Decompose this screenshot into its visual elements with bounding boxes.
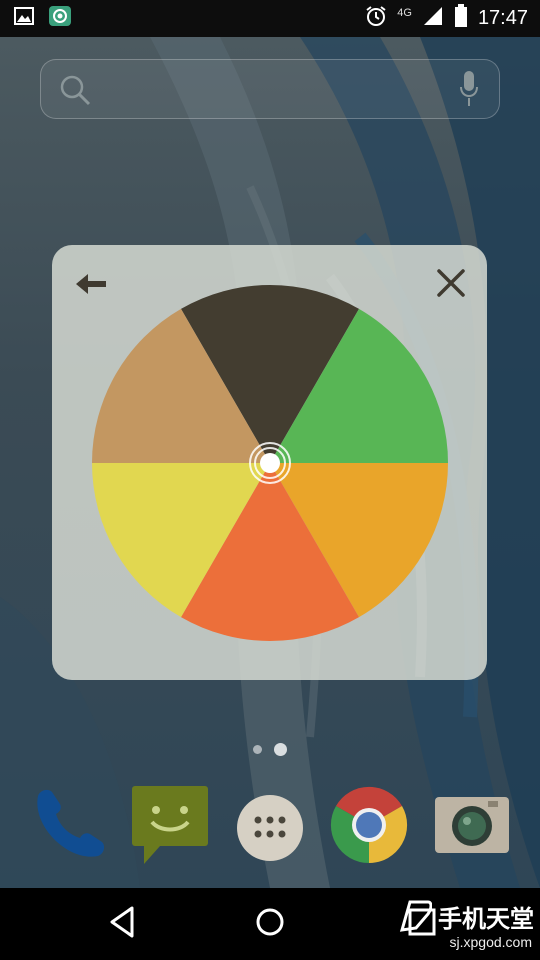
camera-icon[interactable] <box>434 796 510 859</box>
app-drawer-icon[interactable] <box>236 794 304 867</box>
search-bar[interactable] <box>40 59 500 119</box>
color-wheel[interactable] <box>90 283 450 643</box>
page-dot-2[interactable] <box>274 743 287 756</box>
chrome-icon[interactable] <box>330 786 408 869</box>
gallery-icon <box>14 7 34 30</box>
mic-icon[interactable] <box>459 69 479 114</box>
watermark-logo <box>399 900 432 932</box>
page-dot-1[interactable] <box>253 745 262 754</box>
search-icon[interactable] <box>58 73 92 112</box>
home-nav-icon[interactable] <box>252 902 288 947</box>
watermark-url: sj.xpgod.com <box>449 934 532 950</box>
signal-icon <box>422 5 444 32</box>
battery-icon <box>454 4 468 33</box>
screenshot-app-icon <box>48 5 72 32</box>
phone-icon[interactable] <box>28 780 110 867</box>
back-nav-icon[interactable] <box>104 902 140 947</box>
status-bar: 4G 17:47 <box>0 0 540 37</box>
watermark-text: 手机天堂 <box>438 905 534 933</box>
navigation-bar: 手机天堂 sj.xpgod.com <box>0 888 540 960</box>
wheel-center-selector[interactable] <box>260 453 280 473</box>
messaging-icon[interactable] <box>130 784 210 871</box>
watermark: 手机天堂 <box>398 898 534 934</box>
page-indicator <box>253 743 287 756</box>
dock <box>0 780 540 880</box>
color-wheel-widget <box>52 245 487 680</box>
clock-time: 17:47 <box>477 7 528 29</box>
alarm-icon <box>365 5 387 32</box>
network-type-label: 4G <box>397 6 412 19</box>
